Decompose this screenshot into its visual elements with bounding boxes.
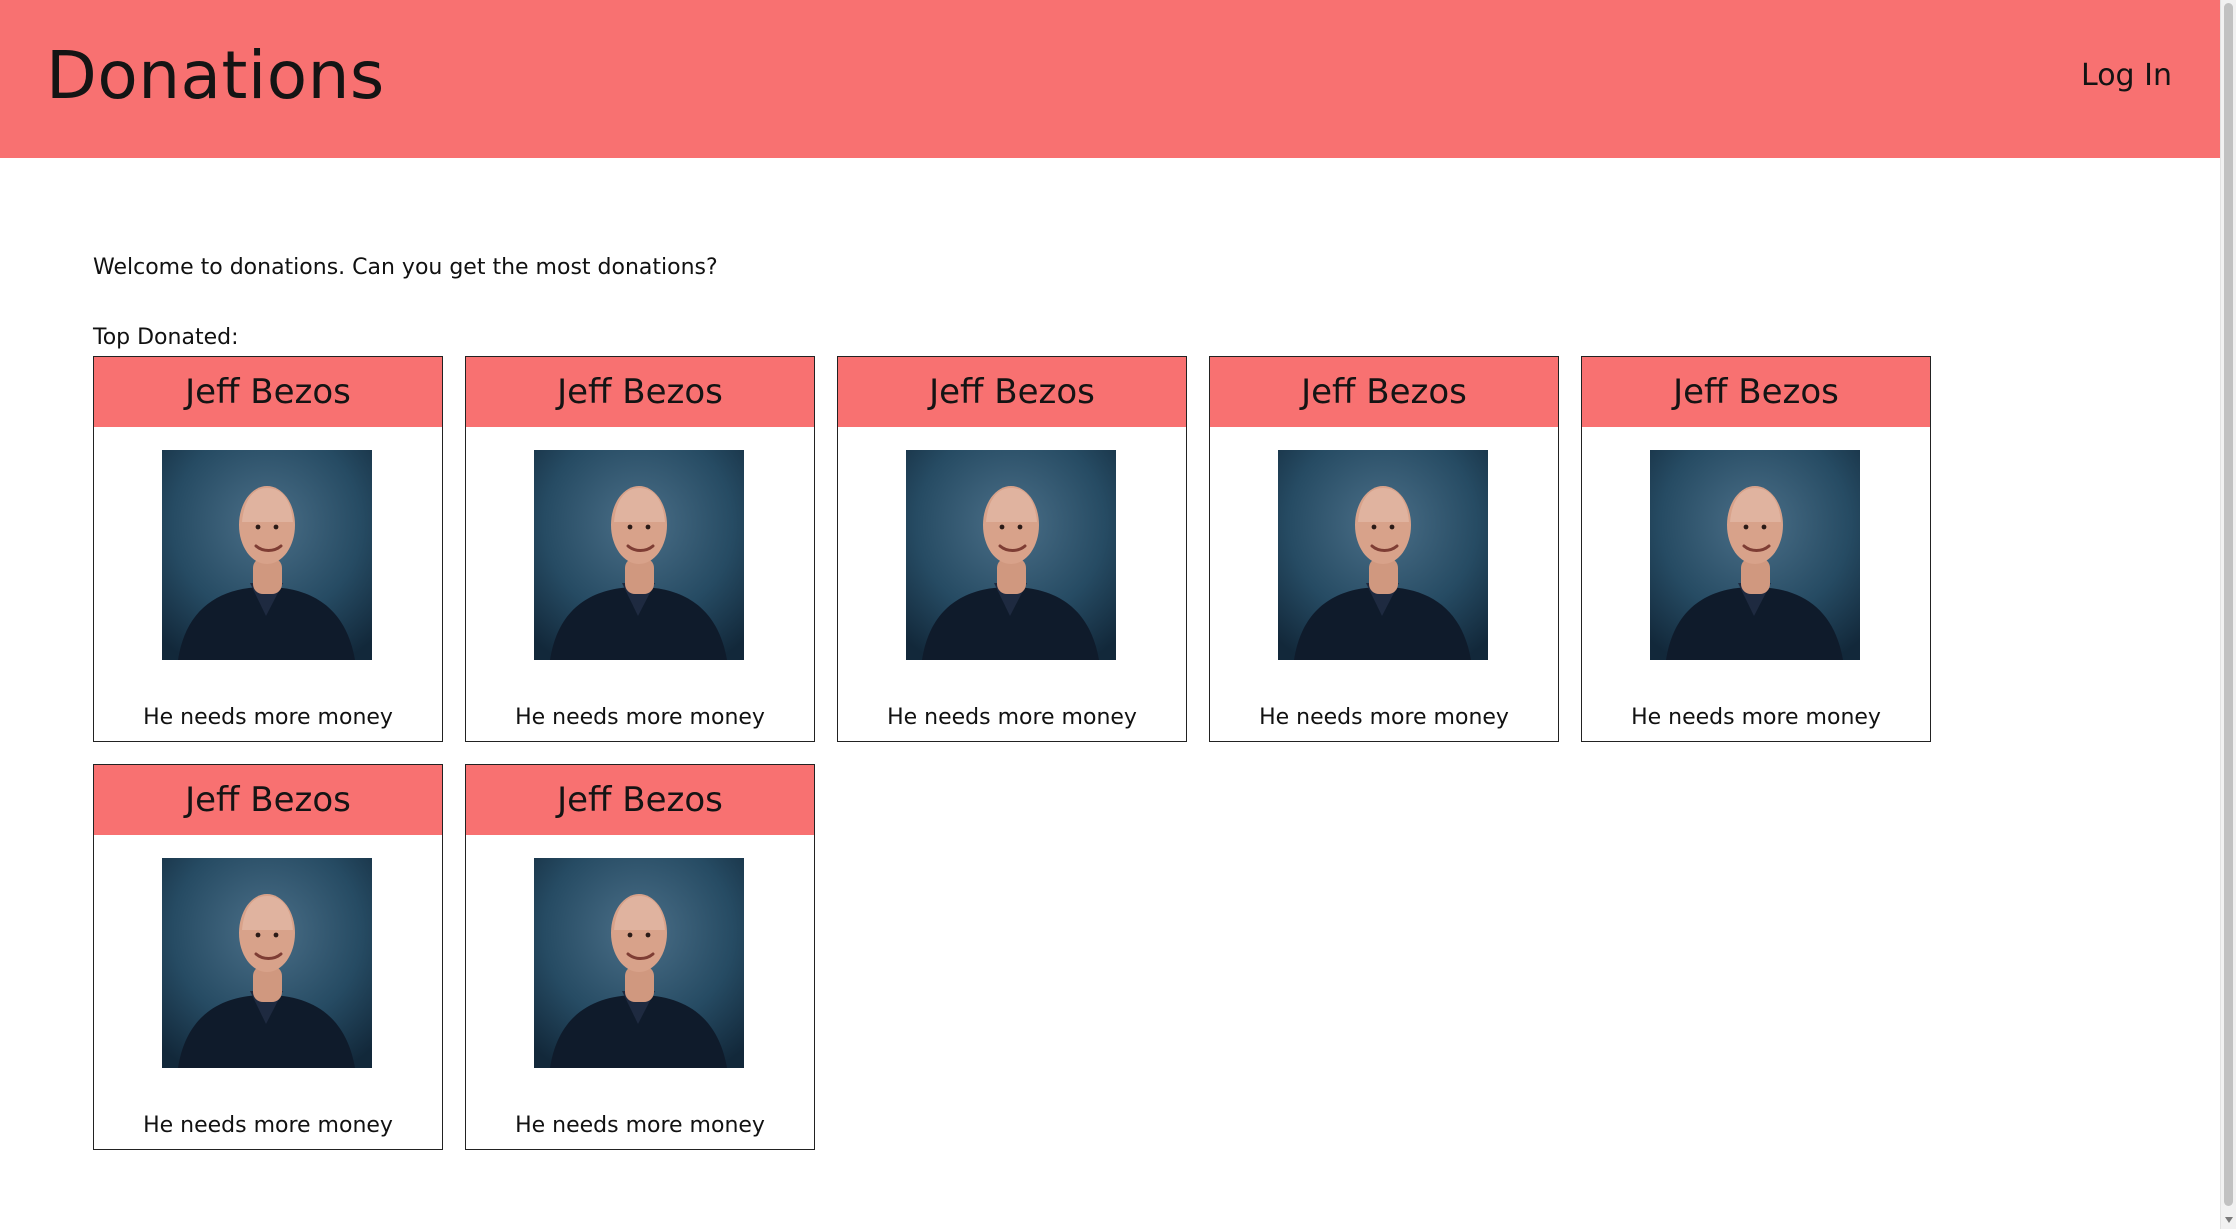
scrollbar-thumb[interactable] <box>2224 3 2233 1206</box>
portrait-photo <box>906 450 1116 660</box>
card-caption: He needs more money <box>143 1113 393 1138</box>
donation-card[interactable]: Jeff Bezos He needs more money <box>837 356 1187 742</box>
top-donated-label: Top Donated: <box>93 325 239 350</box>
portrait-photo <box>1650 450 1860 660</box>
portrait-photo <box>534 858 744 1068</box>
portrait-photo <box>162 858 372 1068</box>
scroll-down-arrow-icon[interactable] <box>2225 1217 2233 1223</box>
card-name: Jeff Bezos <box>838 357 1186 427</box>
portrait-photo <box>534 450 744 660</box>
vertical-scrollbar[interactable] <box>2220 0 2236 1229</box>
donation-card[interactable]: Jeff Bezos He needs more money <box>465 356 815 742</box>
donation-card[interactable]: Jeff Bezos He needs more money <box>1581 356 1931 742</box>
log-in-link[interactable]: Log In <box>2081 56 2172 96</box>
site-title: Donations <box>46 37 385 114</box>
card-name: Jeff Bezos <box>1210 357 1558 427</box>
site-header: Donations Log In <box>0 0 2220 158</box>
donation-card[interactable]: Jeff Bezos He needs more money <box>1209 356 1559 742</box>
card-caption: He needs more money <box>887 705 1137 730</box>
card-caption: He needs more money <box>1259 705 1509 730</box>
portrait-photo <box>1278 450 1488 660</box>
card-name: Jeff Bezos <box>94 357 442 427</box>
welcome-text: Welcome to donations. Can you get the mo… <box>93 255 718 280</box>
card-caption: He needs more money <box>515 1113 765 1138</box>
card-caption: He needs more money <box>143 705 393 730</box>
card-caption: He needs more money <box>1631 705 1881 730</box>
card-name: Jeff Bezos <box>466 765 814 835</box>
card-name: Jeff Bezos <box>94 765 442 835</box>
donation-card-grid: Jeff Bezos He needs more money Jeff Bezo… <box>93 356 1953 1150</box>
portrait-photo <box>162 450 372 660</box>
donation-card[interactable]: Jeff Bezos He needs more money <box>93 356 443 742</box>
donation-card[interactable]: Jeff Bezos He needs more money <box>465 764 815 1150</box>
card-name: Jeff Bezos <box>1582 357 1930 427</box>
card-caption: He needs more money <box>515 705 765 730</box>
card-name: Jeff Bezos <box>466 357 814 427</box>
donation-card[interactable]: Jeff Bezos He needs more money <box>93 764 443 1150</box>
